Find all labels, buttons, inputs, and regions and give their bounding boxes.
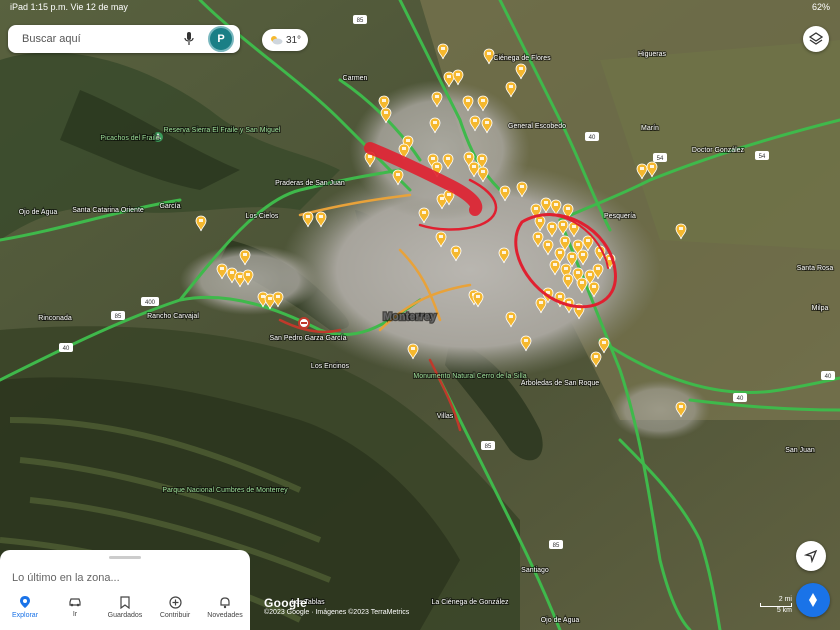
map-label: Ciénega de Flores xyxy=(493,55,551,62)
tab-explorar[interactable]: Explorar xyxy=(0,584,50,630)
map-label: La Ciénega de González xyxy=(431,599,509,606)
svg-text:40: 40 xyxy=(589,135,596,141)
map-label: Rinconada xyxy=(38,315,72,322)
weather-temp: 31° xyxy=(285,34,302,46)
map-label: Los Encinos xyxy=(311,363,350,370)
map-label: Villas xyxy=(437,413,454,420)
google-logo: Google xyxy=(264,596,308,610)
sheet-title: Lo último en la zona... xyxy=(12,572,120,584)
route-shield: 40 xyxy=(59,343,73,352)
map-label: Praderas de San Juan xyxy=(275,180,345,187)
bookmark-icon xyxy=(120,595,130,609)
layers-button[interactable] xyxy=(803,26,829,52)
route-shield: 40 xyxy=(821,371,835,380)
location-arrow-icon xyxy=(809,593,817,607)
route-shield: 54 xyxy=(755,151,769,160)
map-label: Pesquería xyxy=(604,213,636,220)
scale-label-mi: 2 mi xyxy=(778,596,792,603)
city-label: Monterrey xyxy=(383,311,437,323)
navigation-arrow-icon xyxy=(804,549,818,563)
map-label: Santa Catarina Oriente xyxy=(72,207,144,214)
status-bar: iPad 1:15 p.m. Vie 12 de may 62% xyxy=(10,2,830,12)
car-icon xyxy=(69,598,81,607)
location-pin-icon xyxy=(20,596,30,608)
satellite-map[interactable]: 85 40 54 400 85 40 85 85 40 40 54 Carmen Ciénega de… xyxy=(0,0,840,630)
svg-text:54: 54 xyxy=(759,154,766,160)
bottom-tabs: Explorar Ir Guardados Contribuir Novedad… xyxy=(0,584,250,630)
map-label: Arboledas de San Roque xyxy=(521,380,599,387)
navigation-button[interactable] xyxy=(796,541,826,571)
tab-label: Guardados xyxy=(107,611,143,619)
tab-ir[interactable]: Ir xyxy=(50,584,100,630)
plus-circle-icon xyxy=(168,595,182,609)
bell-icon xyxy=(220,596,230,608)
route-shield: 85 xyxy=(111,311,125,320)
tab-label: Explorar xyxy=(11,612,39,619)
weather-chip[interactable]: 31° xyxy=(262,29,308,51)
map-label: Santiago xyxy=(521,567,549,574)
svg-text:40: 40 xyxy=(825,374,832,380)
layers-icon xyxy=(809,32,823,45)
svg-text:85: 85 xyxy=(485,444,492,450)
route-shield: 400 xyxy=(141,297,159,306)
map-label: Marín xyxy=(641,125,659,132)
map-label: Doctor González xyxy=(692,147,745,154)
my-location-button[interactable] xyxy=(796,583,830,617)
bottom-sheet[interactable]: Lo último en la zona... Explorar Ir Guar… xyxy=(0,550,250,630)
tab-label: Novedades xyxy=(207,611,243,619)
scale-bar: 2 mi 5 km xyxy=(760,596,792,614)
svg-text:40: 40 xyxy=(737,396,744,402)
route-shield: 54 xyxy=(653,153,667,162)
map-label: Higueras xyxy=(638,51,667,58)
tab-novedades[interactable]: Novedades xyxy=(200,584,250,630)
map-label: Milpa xyxy=(812,305,829,312)
svg-text:400: 400 xyxy=(145,300,156,306)
status-right: 62% xyxy=(811,2,830,12)
map-label: Rancho Carvajal xyxy=(147,313,199,320)
map-label: Reserva Sierra El Fraile y San Miguel xyxy=(164,127,281,134)
map-label: Ojo de Agua xyxy=(541,617,580,624)
route-shield: 85 xyxy=(353,15,367,24)
map-label: Parque Nacional Cumbres de Monterrey xyxy=(162,487,288,494)
map-label: General Escobedo xyxy=(508,123,566,130)
map-label: Carmen xyxy=(343,75,368,82)
route-shield: 85 xyxy=(549,540,563,549)
tab-guardados[interactable]: Guardados xyxy=(100,584,150,630)
map-label: García xyxy=(159,203,180,210)
svg-text:85: 85 xyxy=(357,18,364,24)
map-label: San Pedro Garza García xyxy=(269,335,346,342)
partly-cloudy-icon xyxy=(270,36,283,45)
avatar[interactable]: P xyxy=(208,26,234,52)
map-label: Los Cielos xyxy=(246,213,279,220)
tab-contribuir[interactable]: Contribuir xyxy=(150,584,200,630)
map-label: Santa Rosa xyxy=(797,265,834,272)
tab-label: Contribuir xyxy=(159,611,191,619)
scale-label-km: 5 km xyxy=(776,607,792,614)
map-label: Ojo de Agua xyxy=(19,209,58,216)
svg-text:85: 85 xyxy=(553,543,560,549)
search-input[interactable]: Buscar aquí xyxy=(22,33,184,45)
svg-text:40: 40 xyxy=(63,346,70,352)
map-label: San Juan xyxy=(785,447,815,454)
tab-label: Ir xyxy=(72,611,78,618)
svg-text:54: 54 xyxy=(657,156,664,162)
map-label: Picachos del Fraile xyxy=(100,135,159,142)
search-bar[interactable]: Buscar aquí P xyxy=(8,25,240,53)
map-copyright: ©2023 Google · Imágenes ©2023 TerraMetri… xyxy=(264,609,410,616)
route-shield: 40 xyxy=(733,393,747,402)
microphone-icon[interactable] xyxy=(184,31,194,47)
route-shield: 85 xyxy=(481,441,495,450)
svg-text:85: 85 xyxy=(115,314,122,320)
sheet-handle[interactable] xyxy=(109,556,141,559)
status-left: iPad 1:15 p.m. Vie 12 de may xyxy=(10,2,128,12)
route-shield: 40 xyxy=(585,132,599,141)
map-label: Monumento Natural Cerro de la Silla xyxy=(413,373,526,380)
